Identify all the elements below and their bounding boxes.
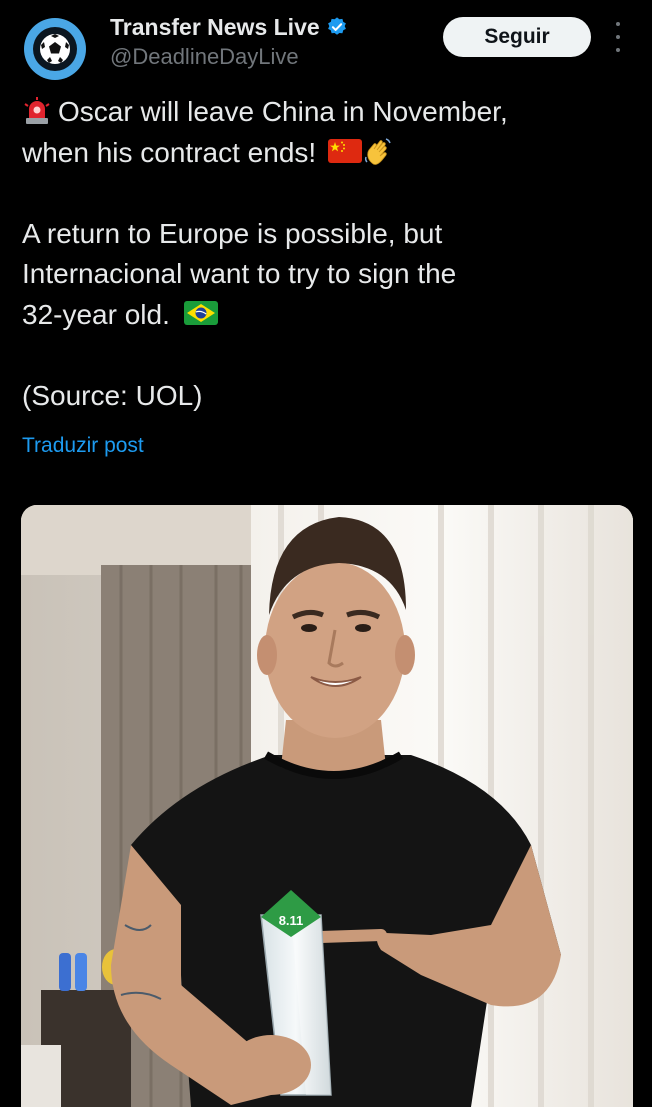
- avatar[interactable]: [24, 18, 86, 80]
- display-name[interactable]: Transfer News Live: [110, 12, 320, 42]
- tweet-line-4: Internacional want to try to sign the: [22, 254, 632, 295]
- tweet-photo[interactable]: 8.11: [21, 505, 633, 1107]
- tweet-line-3: A return to Europe is possible, but: [22, 214, 632, 255]
- more-options-icon[interactable]: [610, 22, 626, 52]
- account-handle[interactable]: @DeadlineDayLive: [110, 42, 348, 72]
- soccer-ball-icon: [33, 27, 77, 71]
- china-flag-icon: [327, 139, 362, 164]
- translate-post-link[interactable]: Traduzir post: [22, 432, 144, 460]
- tweet-line-5: 32-year old.: [22, 295, 632, 336]
- tweet-text-line-5: 32-year old.: [22, 298, 170, 330]
- tweet-line-6: (Source: UOL): [22, 376, 632, 417]
- tweet-text-line-3: A return to Europe is possible, but: [22, 217, 443, 249]
- police-light-icon: [24, 96, 50, 124]
- tweet-header: Transfer News Live @DeadlineDayLive Segu…: [0, 0, 652, 88]
- tweet-text-line-1: Oscar will leave China in November,: [58, 96, 508, 127]
- tweet-line-1: Oscar will leave China in November,: [22, 92, 632, 133]
- brazil-flag-icon: [183, 301, 218, 326]
- tweet-text-line-2: when his contract ends!: [22, 136, 317, 168]
- follow-button[interactable]: Seguir: [443, 17, 591, 57]
- trophy-rating: 8.11: [279, 913, 304, 928]
- tweet-text: Oscar will leave China in November, when…: [22, 92, 632, 416]
- waving-hand-icon: [364, 138, 391, 165]
- account-names: Transfer News Live @DeadlineDayLive: [110, 12, 348, 72]
- display-name-row: Transfer News Live: [110, 12, 348, 42]
- tweet-line-2: when his contract ends!: [22, 133, 632, 174]
- photo-illustration: 8.11: [21, 505, 633, 1107]
- tweet-text-line-4: Internacional want to try to sign the: [22, 258, 457, 289]
- verified-badge-icon: [327, 17, 346, 35]
- tweet-text-line-6: (Source: UOL): [22, 379, 203, 411]
